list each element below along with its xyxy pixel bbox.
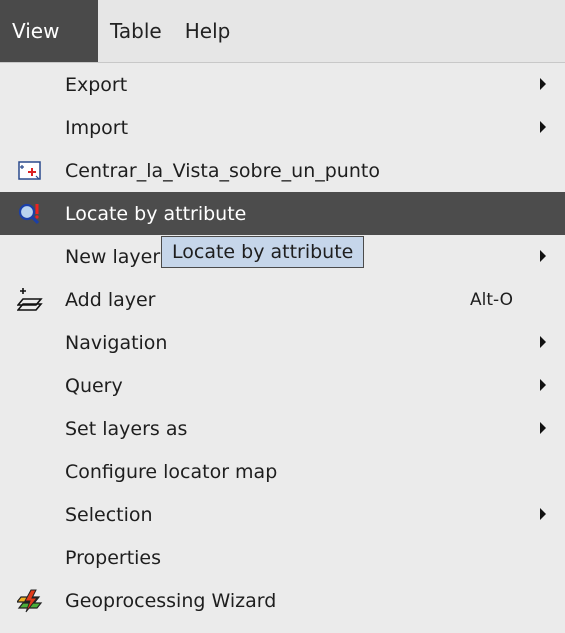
add-layer-icon <box>16 288 43 312</box>
tooltip: Locate by attribute <box>161 236 365 268</box>
menu-item-label: Configure locator map <box>65 460 278 483</box>
submenu-arrow-icon <box>540 250 546 262</box>
menu-item-label: Selection <box>65 503 153 526</box>
menu-item-locate-by-attribute[interactable]: Locate by attribute <box>0 192 565 235</box>
menu-item-import[interactable]: Import <box>0 106 565 149</box>
menu-item-add-layer[interactable]: Add layer Alt-O <box>0 278 565 321</box>
menu-item-label: Query <box>65 374 123 397</box>
menu-item-set-layers-as[interactable]: Set layers as <box>0 407 565 450</box>
menu-item-properties[interactable]: Properties <box>0 536 565 579</box>
shortcut-label: Alt-O <box>470 289 514 310</box>
geoprocessing-wizard-icon <box>15 589 43 613</box>
menu-item-label: New layer <box>65 245 161 268</box>
menu-item-label: Geoprocessing Wizard <box>65 589 277 612</box>
app-window: View Table Help Export Import Centrar_la… <box>0 0 565 633</box>
menu-item-label: Export <box>65 73 128 96</box>
menu-item-navigation[interactable]: Navigation <box>0 321 565 364</box>
menu-table[interactable]: Table <box>98 0 173 62</box>
menu-bar: View Table Help <box>0 0 565 62</box>
menu-view[interactable]: View <box>0 0 98 62</box>
view-dropdown-menu: Export Import Centrar_la_Vista_sobre_un_… <box>0 62 565 633</box>
submenu-arrow-icon <box>540 78 546 90</box>
menu-item-configure-locator-map[interactable]: Configure locator map <box>0 450 565 493</box>
menu-item-query[interactable]: Query <box>0 364 565 407</box>
menu-item-export[interactable]: Export <box>0 63 565 106</box>
menu-item-label: Locate by attribute <box>65 202 247 225</box>
locate-by-attribute-icon <box>17 202 43 226</box>
submenu-arrow-icon <box>540 121 546 133</box>
menu-item-label: Add layer <box>65 288 156 311</box>
submenu-arrow-icon <box>540 379 546 391</box>
menu-item-selection[interactable]: Selection <box>0 493 565 536</box>
submenu-arrow-icon <box>540 422 546 434</box>
menu-help[interactable]: Help <box>173 0 242 62</box>
menu-item-geoprocessing-wizard[interactable]: Geoprocessing Wizard <box>0 579 565 622</box>
menu-item-label: Set layers as <box>65 417 188 440</box>
center-view-icon <box>17 159 43 183</box>
menu-item-center-view[interactable]: Centrar_la_Vista_sobre_un_punto <box>0 149 565 192</box>
menu-item-label: Navigation <box>65 331 168 354</box>
menu-item-label: Properties <box>65 546 162 569</box>
menu-item-label: Centrar_la_Vista_sobre_un_punto <box>65 159 380 182</box>
menu-item-label: Import <box>65 116 129 139</box>
submenu-arrow-icon <box>540 508 546 520</box>
submenu-arrow-icon <box>540 336 546 348</box>
